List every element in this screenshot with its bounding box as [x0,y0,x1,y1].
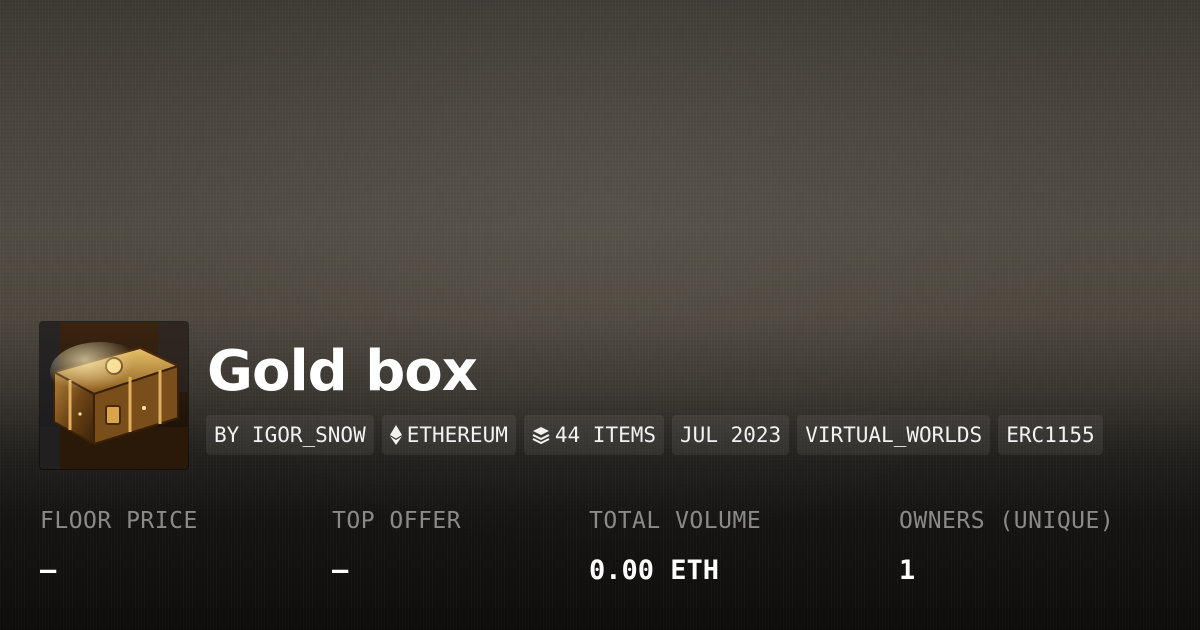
category-chip[interactable]: VIRTUAL_WORLDS [797,415,991,455]
owners-label: OWNERS (UNIQUE) [899,508,1115,534]
created-date-label: JUL 2023 [680,423,782,447]
ethereum-icon [389,425,402,445]
floor-price-label: FLOOR PRICE [40,508,198,534]
top-offer-label: TOP OFFER [332,508,462,534]
items-label: 44 ITEMS [554,423,657,447]
collection-title: Gold box [207,339,478,404]
layers-icon [532,426,550,444]
chain-label: ETHEREUM [406,423,508,447]
owners-value: 1 [899,555,916,586]
chain-chip[interactable]: ETHEREUM [381,415,516,455]
stat-owners: OWNERS (UNIQUE) 1 [899,504,1114,588]
stat-total-volume: TOTAL VOLUME 0.00 ETH [589,504,761,588]
created-date-chip: JUL 2023 [672,415,790,455]
token-standard-label: ERC1155 [1006,423,1095,447]
treasure-chest-image [40,322,188,469]
collection-preview-card: Gold box BY IGOR_SNOW ETHEREUM 44 ITEMS … [0,0,1200,630]
total-volume-label: TOTAL VOLUME [589,508,762,534]
creator-label: BY IGOR_SNOW [214,423,366,447]
stat-top-offer: TOP OFFER — [332,504,461,588]
collection-tags: BY IGOR_SNOW ETHEREUM 44 ITEMS JUL 2023 … [206,415,1103,455]
collection-stats: FLOOR PRICE — TOP OFFER — TOTAL VOLUME 0… [40,504,1200,604]
token-standard-chip: ERC1155 [998,415,1103,455]
floor-price-value: — [40,555,57,586]
stat-floor-price: FLOOR PRICE — [40,504,198,588]
collection-thumbnail [40,322,188,469]
creator-chip[interactable]: BY IGOR_SNOW [206,415,374,455]
category-label: VIRTUAL_WORLDS [805,423,983,447]
total-volume-value: 0.00 ETH [589,555,720,586]
top-offer-value: — [332,555,349,586]
items-chip[interactable]: 44 ITEMS [523,415,665,455]
